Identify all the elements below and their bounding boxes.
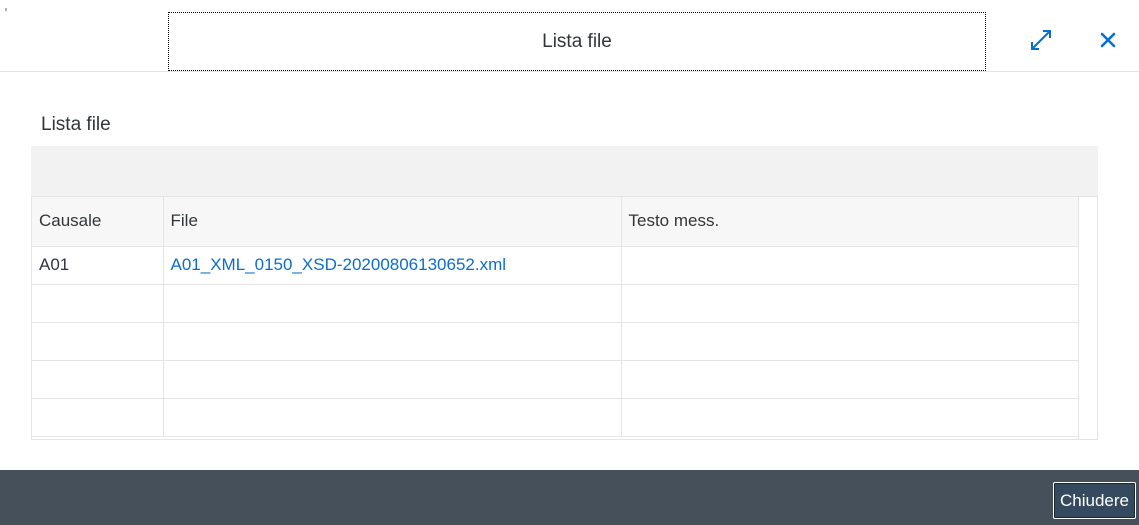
- dialog-title-text: Lista file: [542, 30, 612, 52]
- cell-testo-mess[interactable]: [621, 398, 1081, 437]
- section-title: Lista file: [41, 114, 111, 135]
- file-table: Causale File Testo mess. A01 A01_XML_015…: [31, 196, 1098, 440]
- cell-causale[interactable]: A01: [32, 246, 164, 285]
- table-row[interactable]: [32, 322, 1081, 361]
- table-row[interactable]: A01 A01_XML_0150_XSD-20200806130652.xml: [32, 246, 1081, 285]
- dialog-header: Lista file: [0, 0, 1139, 72]
- cell-file[interactable]: [163, 398, 622, 437]
- resize-button[interactable]: [1025, 24, 1057, 56]
- cell-testo-mess[interactable]: [621, 284, 1081, 323]
- file-grid: Causale File Testo mess. A01 A01_XML_015…: [32, 197, 1081, 437]
- dialog-footer: Chiudere: [0, 470, 1139, 525]
- close-button[interactable]: [1092, 24, 1124, 56]
- cell-file[interactable]: [163, 360, 622, 399]
- cell-causale[interactable]: [32, 398, 164, 437]
- column-header-causale[interactable]: Causale: [32, 197, 164, 247]
- cell-causale[interactable]: [32, 284, 164, 323]
- table-row[interactable]: [32, 284, 1081, 323]
- column-header-file[interactable]: File: [163, 197, 622, 247]
- cell-testo-mess[interactable]: [621, 360, 1081, 399]
- resize-icon: [1031, 30, 1051, 50]
- cell-testo-mess[interactable]: [621, 246, 1081, 285]
- cell-file[interactable]: [163, 322, 622, 361]
- cell-testo-mess[interactable]: [621, 322, 1081, 361]
- table-row[interactable]: [32, 360, 1081, 399]
- cell-causale[interactable]: [32, 322, 164, 361]
- table-row[interactable]: [32, 398, 1081, 437]
- table-toolbar: [31, 146, 1098, 196]
- dialog-title: Lista file: [168, 12, 986, 71]
- vertical-scrollbar[interactable]: [1078, 197, 1097, 439]
- file-link[interactable]: A01_XML_0150_XSD-20200806130652.xml: [163, 246, 622, 285]
- close-icon: [1100, 32, 1116, 48]
- table-header-row: Causale File Testo mess.: [32, 197, 1081, 247]
- column-header-testo-mess[interactable]: Testo mess.: [621, 197, 1081, 247]
- close-dialog-button[interactable]: Chiudere: [1053, 482, 1136, 519]
- cell-file[interactable]: [163, 284, 622, 323]
- cell-causale[interactable]: [32, 360, 164, 399]
